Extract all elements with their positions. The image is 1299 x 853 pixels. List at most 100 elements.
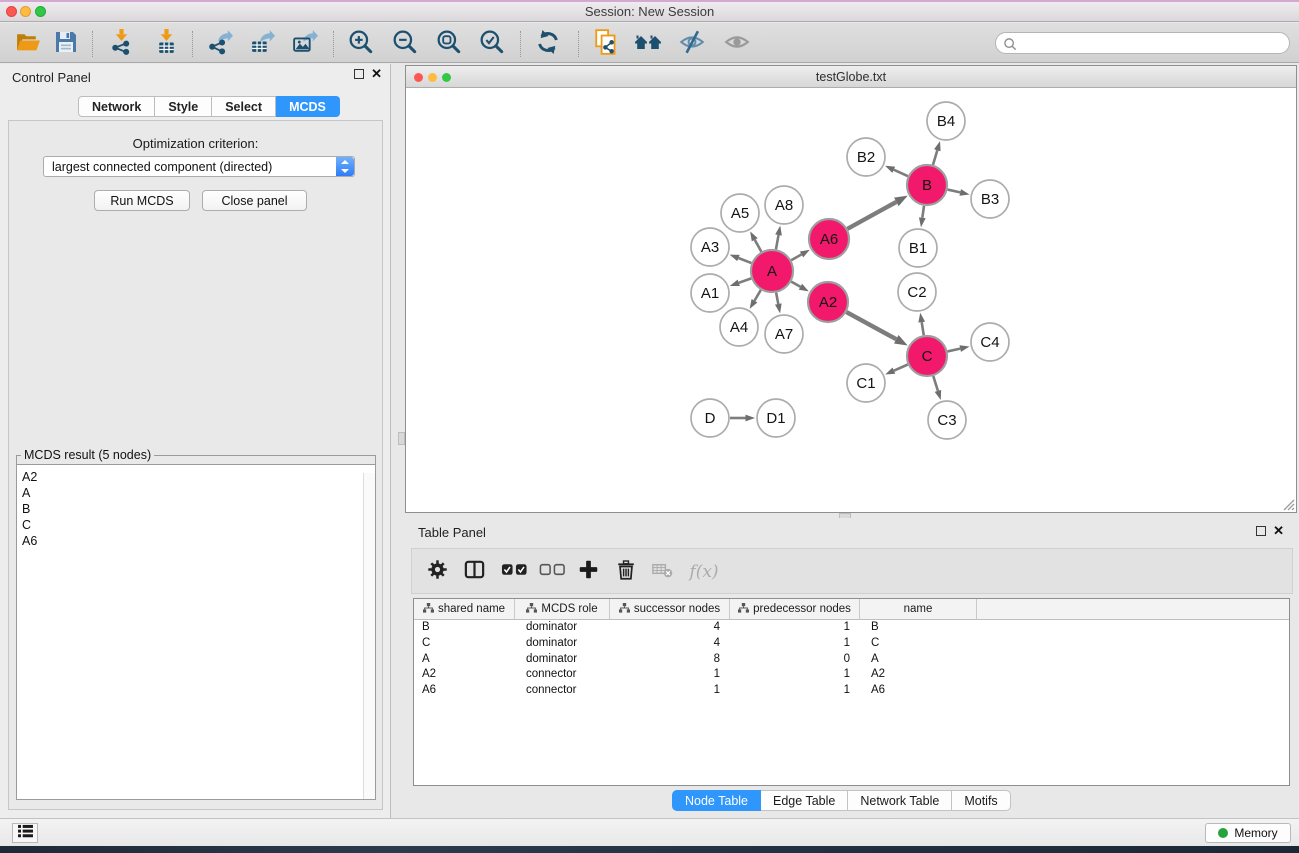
graph-edge-C-C3[interactable]: [933, 376, 938, 391]
column-header-shared-name[interactable]: shared name: [414, 599, 514, 619]
graph-edge-B-B2[interactable]: [894, 170, 908, 177]
zoom-out-button[interactable]: [390, 29, 420, 59]
graph-edge-B-B4[interactable]: [933, 150, 937, 165]
graph-edge-C-C4[interactable]: [947, 349, 960, 352]
zoom-fit-button[interactable]: [434, 29, 464, 59]
tab-style[interactable]: Style: [155, 96, 212, 117]
tab-mcds[interactable]: MCDS: [276, 96, 340, 117]
node-label-C4: C4: [980, 334, 999, 351]
save-session-button[interactable]: [51, 29, 81, 59]
cell-name: B: [859, 620, 976, 636]
table-settings-button[interactable]: [422, 557, 452, 587]
table-header-row[interactable]: shared nameMCDS rolesuccessor nodesprede…: [414, 599, 1289, 620]
result-item[interactable]: A: [22, 485, 375, 501]
column-header-successor-nodes[interactable]: successor nodes: [609, 599, 729, 619]
add-row-button[interactable]: [573, 557, 603, 587]
tab-network[interactable]: Network: [78, 96, 155, 117]
memory-status-icon: [1218, 828, 1228, 838]
network-view-window: testGlobe.txt B4B2B3B1A5A8A3A1A4A7C2C4C1…: [405, 65, 1297, 513]
result-list-scrollbar[interactable]: [363, 473, 375, 799]
column-header-name[interactable]: name: [859, 599, 976, 619]
search-icon: [1003, 37, 1018, 52]
table-row[interactable]: Adominator80A: [414, 652, 1289, 668]
network-canvas[interactable]: B4B2B3B1A5A8A3A1A4A7C2C4C1C3DD1AA6A2BC: [407, 89, 1295, 512]
graph-edge-A-A4[interactable]: [754, 290, 760, 301]
copy-network-button[interactable]: [592, 29, 622, 59]
hide-graphics-details-button[interactable]: [677, 29, 707, 59]
graph-edge-A-A2[interactable]: [791, 282, 800, 287]
result-item[interactable]: A2: [22, 469, 375, 485]
export-network-button[interactable]: [204, 29, 234, 59]
tab-edge-table[interactable]: Edge Table: [761, 790, 848, 811]
tab-network-table[interactable]: Network Table: [848, 790, 952, 811]
float-panel-icon[interactable]: [354, 69, 364, 79]
table-row[interactable]: A6connector11A6: [414, 683, 1289, 699]
zoom-in-button[interactable]: [346, 29, 376, 59]
graph-edge-A2-C[interactable]: [846, 312, 896, 339]
show-graphics-details-button[interactable]: [722, 29, 752, 59]
column-header-mcds-role[interactable]: MCDS role: [514, 599, 609, 619]
graph-edge-A6-B[interactable]: [847, 202, 896, 229]
import-network-icon: [108, 28, 135, 60]
graph-edge-C-C1[interactable]: [894, 364, 908, 370]
graph-edge-A-A8[interactable]: [776, 235, 779, 249]
node-label-B1: B1: [909, 240, 927, 257]
show-columns-button[interactable]: [459, 557, 489, 587]
result-item[interactable]: C: [22, 517, 375, 533]
search-input[interactable]: [1020, 34, 1281, 52]
control-panel-title: Control Panel: [12, 70, 91, 85]
export-image-button[interactable]: [289, 29, 319, 59]
copy-network-icon: [593, 28, 621, 61]
close-panel-button[interactable]: Close panel: [202, 190, 307, 211]
node-label-B3: B3: [981, 191, 999, 208]
export-table-button[interactable]: [246, 29, 276, 59]
run-mcds-button[interactable]: Run MCDS: [94, 190, 190, 211]
graph-edge-B-B1[interactable]: [922, 206, 924, 218]
table-panel-title: Table Panel: [418, 525, 486, 540]
deselect-all-button[interactable]: [537, 557, 567, 587]
graph-edge-A-A6[interactable]: [791, 254, 801, 260]
network-overview-button[interactable]: [633, 29, 663, 59]
close-table-panel-icon[interactable]: ✕: [1273, 523, 1284, 539]
refresh-icon: [534, 28, 562, 61]
open-file-button[interactable]: [13, 29, 43, 59]
graph-edge-A-A5[interactable]: [755, 240, 762, 252]
graph-edge-B-B3[interactable]: [947, 190, 960, 193]
edge-arrowhead: [959, 345, 969, 352]
column-header-predecessor-nodes[interactable]: predecessor nodes: [729, 599, 859, 619]
memory-button[interactable]: Memory: [1205, 823, 1291, 843]
import-table-button[interactable]: [151, 29, 181, 59]
fx-icon: f(x): [689, 562, 718, 582]
tab-motifs[interactable]: Motifs: [952, 790, 1010, 811]
edge-arrowhead: [746, 415, 756, 422]
window-resize-grip[interactable]: [1281, 497, 1295, 511]
zoom-selected-button[interactable]: [477, 29, 507, 59]
close-panel-icon[interactable]: ✕: [371, 66, 382, 82]
criterion-dropdown[interactable]: largest connected component (directed): [43, 156, 355, 177]
node-label-A1: A1: [701, 285, 719, 302]
graph-edge-A-A3[interactable]: [738, 258, 751, 263]
result-item[interactable]: B: [22, 501, 375, 517]
network-window-titlebar[interactable]: testGlobe.txt: [406, 66, 1296, 88]
memory-label: Memory: [1234, 826, 1277, 840]
tab-node-table[interactable]: Node Table: [672, 790, 761, 811]
select-all-button[interactable]: [499, 557, 529, 587]
mcds-result-title: MCDS result (5 nodes): [21, 448, 154, 462]
table-row[interactable]: A2connector11A2: [414, 667, 1289, 683]
refresh-button[interactable]: [533, 29, 563, 59]
graph-edge-A-A7[interactable]: [776, 293, 778, 304]
graph-edge-C-C2[interactable]: [922, 322, 924, 335]
column-type-icon: [526, 603, 537, 616]
graph-edge-A-A1[interactable]: [739, 278, 752, 282]
float-table-panel-icon[interactable]: [1256, 526, 1266, 536]
result-item[interactable]: A6: [22, 533, 375, 549]
column-type-icon: [423, 603, 434, 616]
vertical-splitter-handle[interactable]: [398, 432, 405, 445]
tab-select[interactable]: Select: [212, 96, 276, 117]
cell-shared-name: B: [414, 620, 514, 636]
table-row[interactable]: Bdominator41B: [414, 620, 1289, 636]
delete-rows-button[interactable]: [611, 557, 641, 587]
import-network-button[interactable]: [106, 29, 136, 59]
task-history-button[interactable]: [12, 823, 38, 843]
table-row[interactable]: Cdominator41C: [414, 636, 1289, 652]
